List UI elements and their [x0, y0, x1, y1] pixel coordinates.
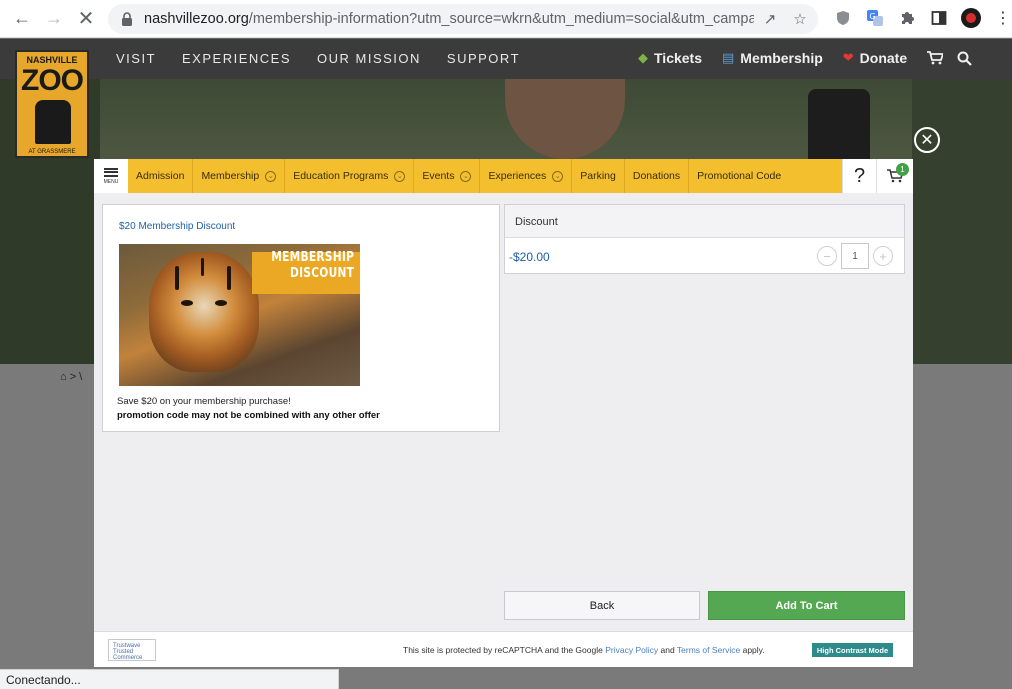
promo-description: Save $20 on your membership purchase!: [117, 396, 291, 407]
menu-button[interactable]: MENU: [94, 159, 128, 193]
category-parking[interactable]: Parking: [572, 159, 625, 193]
chevron-down-icon: ⌄: [460, 170, 472, 182]
home-icon[interactable]: ⌂ > \: [60, 371, 82, 383]
category-admission[interactable]: Admission: [128, 159, 194, 193]
site-nav: VISIT EXPERIENCES OUR MISSION SUPPORT: [116, 51, 546, 66]
recaptcha-notice: This site is protected by reCAPTCHA and …: [403, 645, 765, 655]
back-button[interactable]: Back: [504, 591, 700, 620]
back-arrow-icon[interactable]: ←: [6, 3, 38, 35]
url-text: nashvillezoo.org/membership-information?…: [144, 11, 754, 27]
chevron-down-icon: ⌄: [265, 170, 277, 182]
discount-price: -$20.00: [509, 250, 550, 264]
membership-card-icon: ▤: [722, 50, 735, 65]
trustwave-seal[interactable]: Trustwave Trusted Commerce: [108, 639, 156, 661]
svg-text:G: G: [869, 12, 875, 21]
ticketing-modal: MENU Admission Membership ⌄ Education Pro…: [94, 159, 913, 667]
terms-of-service-link[interactable]: Terms of Service: [677, 645, 740, 655]
browser-menu-icon[interactable]: ⋮: [990, 5, 1012, 31]
bookmark-star-icon[interactable]: ☆: [790, 9, 810, 29]
cart-button[interactable]: 1: [876, 159, 913, 193]
chevron-down-icon: ⌄: [394, 170, 406, 182]
category-donations[interactable]: Donations: [625, 159, 690, 193]
translate-extension-icon[interactable]: G: [862, 5, 888, 31]
stop-loading-icon[interactable]: ✕: [70, 3, 102, 35]
ticket-icon: ◆: [638, 50, 648, 65]
nav-experiences[interactable]: EXPERIENCES: [182, 51, 291, 66]
promo-title: $20 Membership Discount: [119, 221, 236, 232]
giraffe-logo-icon: [35, 100, 71, 144]
promo-card: $20 Membership Discount MEMBERSHIP DISCO…: [102, 204, 500, 432]
tickets-link[interactable]: ◆ Tickets: [638, 50, 702, 66]
promo-note: promotion code may not be combined with …: [117, 410, 380, 421]
category-bar: MENU Admission Membership ⌄ Education Pro…: [94, 159, 913, 193]
category-promotional-code[interactable]: Promotional Code: [689, 159, 789, 193]
shopping-cart-icon[interactable]: [927, 51, 944, 65]
add-to-cart-button[interactable]: Add To Cart: [708, 591, 905, 620]
plus-icon[interactable]: +: [873, 246, 893, 266]
nashville-zoo-logo[interactable]: NASHVILLE ZOO AT GRASSMERE: [15, 50, 89, 158]
heart-icon: ❤: [842, 50, 854, 65]
browser-status-bar: Conectando...: [0, 669, 339, 689]
lock-icon[interactable]: [118, 10, 136, 28]
donate-link[interactable]: ❤ Donate: [843, 50, 907, 66]
shield-extension-icon[interactable]: [830, 5, 856, 31]
help-button[interactable]: ?: [842, 159, 876, 193]
high-contrast-mode-button[interactable]: High Contrast Mode: [812, 643, 893, 657]
close-modal-icon[interactable]: ✕: [914, 127, 940, 153]
quantity-stepper: − 1 +: [817, 243, 893, 269]
category-education-programs[interactable]: Education Programs ⌄: [285, 159, 415, 193]
share-icon[interactable]: ↗: [760, 9, 780, 29]
forward-arrow-icon[interactable]: →: [38, 3, 70, 35]
modal-footer: Trustwave Trusted Commerce This site is …: [94, 631, 913, 667]
category-membership[interactable]: Membership ⌄: [193, 159, 286, 193]
address-bar[interactable]: nashvillezoo.org/membership-information?…: [108, 4, 818, 34]
profile-avatar[interactable]: [958, 5, 984, 31]
hamburger-icon: [104, 167, 118, 177]
search-icon[interactable]: [957, 51, 972, 66]
nav-support[interactable]: SUPPORT: [447, 51, 520, 66]
nav-visit[interactable]: VISIT: [116, 51, 156, 66]
category-experiences[interactable]: Experiences ⌄: [480, 159, 573, 193]
discount-header: Discount: [505, 205, 904, 238]
discount-card: Discount -$20.00 − 1 +: [504, 204, 905, 274]
extensions-puzzle-icon[interactable]: [894, 5, 920, 31]
membership-link[interactable]: ▤ Membership: [722, 50, 823, 66]
browser-toolbar: ← → ✕ nashvillezoo.org/membership-inform…: [0, 0, 1012, 38]
chevron-down-icon: ⌄: [552, 170, 564, 182]
minus-icon[interactable]: −: [817, 246, 837, 266]
question-mark-icon: ?: [853, 164, 866, 187]
privacy-policy-link[interactable]: Privacy Policy: [605, 645, 658, 655]
tiger-promo-image: MEMBERSHIP DISCOUNT: [119, 244, 360, 386]
quantity-field[interactable]: 1: [841, 243, 869, 269]
nav-our-mission[interactable]: OUR MISSION: [317, 51, 421, 66]
cart-count-badge: 1: [896, 163, 909, 176]
side-panel-icon[interactable]: [926, 5, 952, 31]
category-events[interactable]: Events ⌄: [414, 159, 481, 193]
site-header: VISIT EXPERIENCES OUR MISSION SUPPORT ◆ …: [0, 39, 1012, 79]
